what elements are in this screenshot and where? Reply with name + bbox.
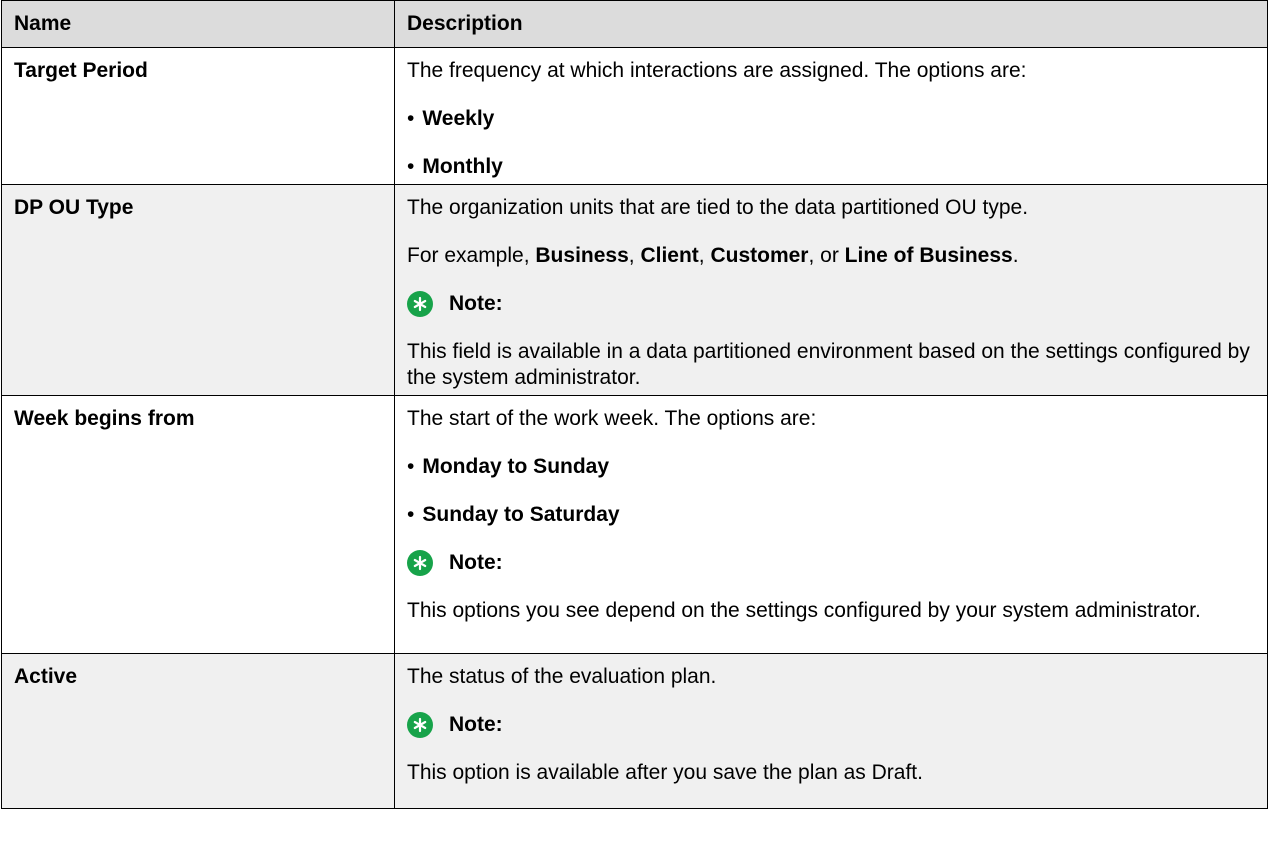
- row-name: Active: [1, 653, 395, 809]
- list-item: • Sunday to Saturday: [407, 503, 620, 526]
- table-row: Target Period The frequency at which int…: [1, 47, 1268, 185]
- name-column-header: Name: [1, 0, 395, 48]
- note-heading: Note:: [407, 550, 1255, 576]
- note-label: Note:: [449, 713, 503, 736]
- description-text: The start of the work week. The options …: [407, 407, 817, 430]
- note-text: This field is available in a data partit…: [407, 340, 1250, 389]
- note-text: This option is available after you save …: [407, 761, 923, 784]
- note-label: Note:: [449, 292, 503, 315]
- description-text: The organization units that are tied to …: [407, 196, 1029, 219]
- table-row: Week begins from The start of the work w…: [1, 395, 1268, 654]
- description-text: The status of the evaluation plan.: [407, 665, 717, 688]
- row-description: The status of the evaluation plan. Note:…: [394, 653, 1268, 809]
- header-row: Name Description: [1, 0, 1268, 48]
- list-item: • Monday to Sunday: [407, 455, 610, 478]
- note-text: This options you see depend on the setti…: [407, 599, 1201, 622]
- row-name: DP OU Type: [1, 184, 395, 396]
- row-description: The start of the work week. The options …: [394, 395, 1268, 654]
- row-name: Target Period: [1, 47, 395, 185]
- example-text: For example, Business, Client, Customer,…: [407, 244, 1019, 267]
- note-heading: Note:: [407, 291, 1255, 317]
- list-item: • Weekly: [407, 107, 495, 130]
- note-heading: Note:: [407, 712, 1255, 738]
- description-text: The frequency at which interactions are …: [407, 59, 1027, 82]
- description-table: Name Description Target Period The frequ…: [1, 0, 1268, 809]
- table-row: DP OU Type The organization units that a…: [1, 184, 1268, 396]
- star-note-icon: [407, 291, 433, 317]
- row-name: Week begins from: [1, 395, 395, 654]
- row-description: The frequency at which interactions are …: [394, 47, 1268, 185]
- table-row: Active The status of the evaluation plan…: [1, 653, 1268, 809]
- list-item: • Monthly: [407, 155, 503, 178]
- note-label: Note:: [449, 551, 503, 574]
- row-description: The organization units that are tied to …: [394, 184, 1268, 396]
- star-note-icon: [407, 550, 433, 576]
- description-column-header: Description: [394, 0, 1268, 48]
- star-note-icon: [407, 712, 433, 738]
